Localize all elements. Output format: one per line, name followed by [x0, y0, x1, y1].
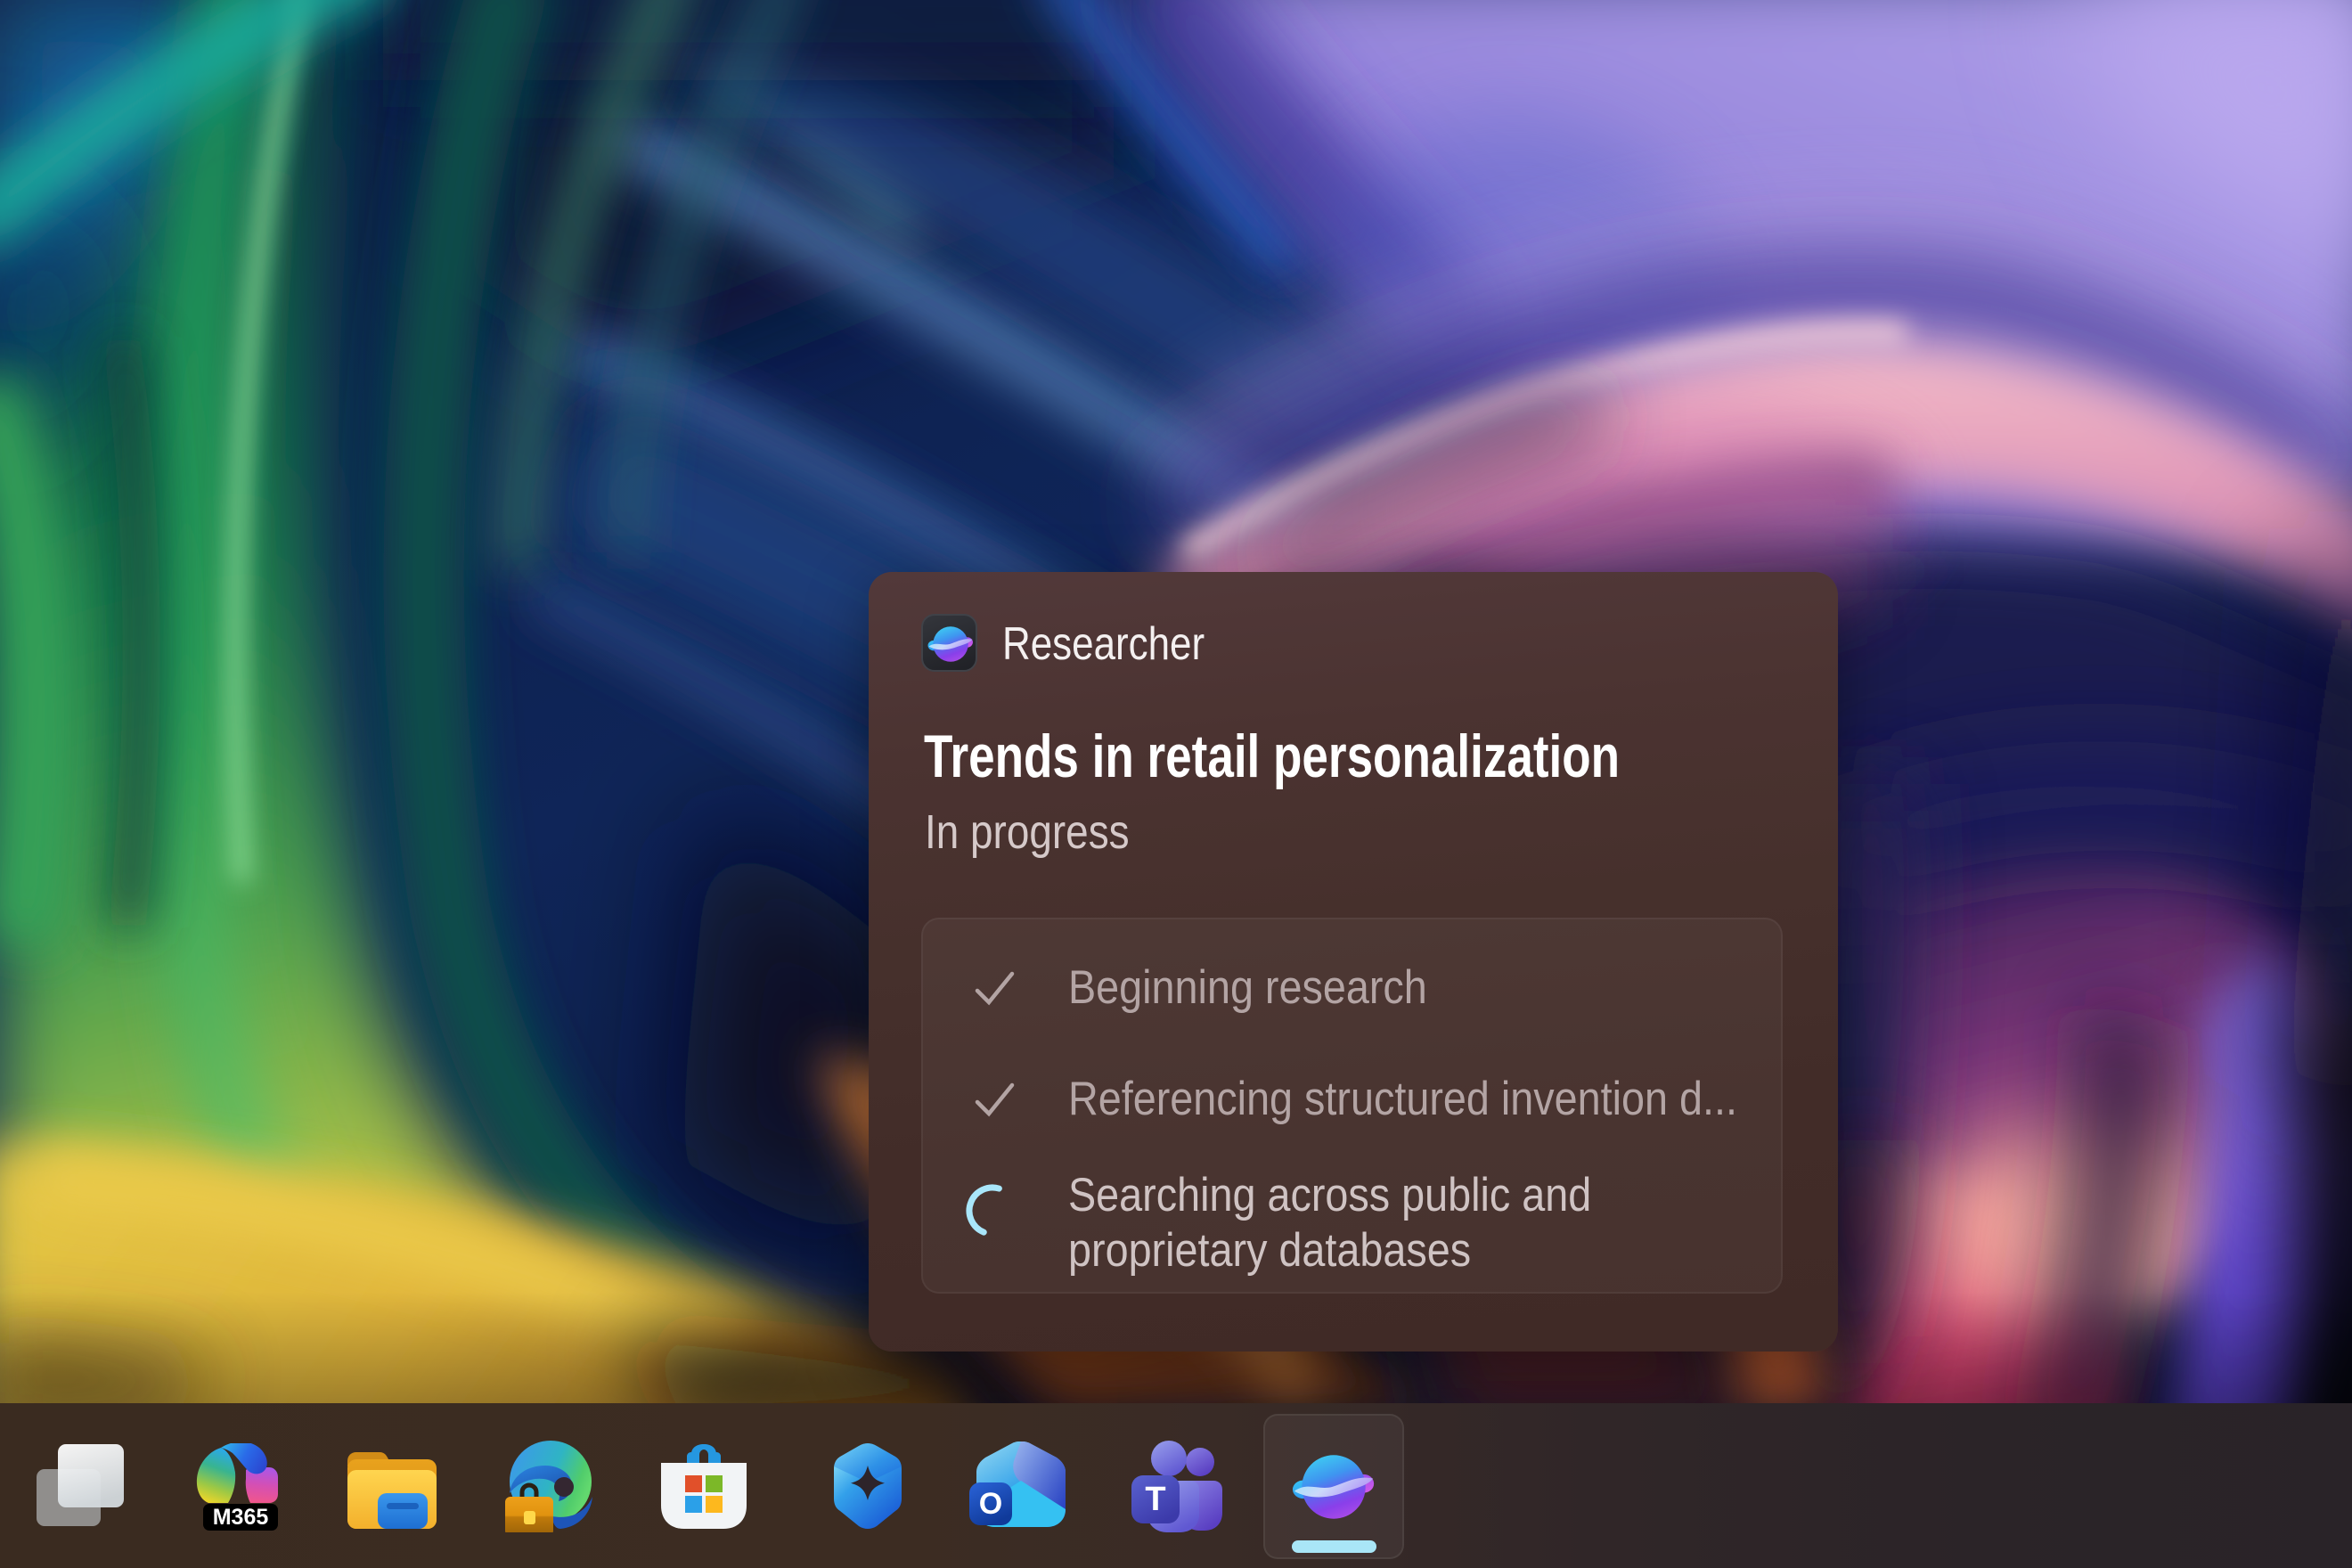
svg-text:T: T	[1145, 1481, 1165, 1518]
svg-text:O: O	[979, 1487, 1002, 1521]
